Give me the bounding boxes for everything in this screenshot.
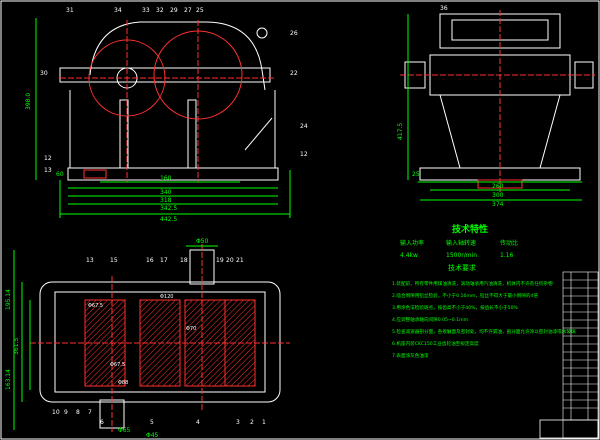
front-cover: [89, 21, 266, 91]
plan-bottom-label-7: 4: [196, 419, 200, 426]
tech-header-2: 输入轴转速: [446, 239, 476, 247]
plan-bottom-label-6: 5: [150, 419, 154, 426]
tech-req-3: 3.用涂色法检验斑点，按齿高不小于40%，按齿长不小于50%: [392, 304, 519, 311]
front-dim-4: 342.5: [160, 205, 177, 212]
front-right-label-2: 22: [290, 70, 298, 77]
tech-req-4: 4.应调整轴承轴向间隙0.05~0.1mm: [392, 316, 469, 323]
front-top-label-1: 31: [66, 7, 74, 14]
side-dim-2: 300: [492, 192, 504, 199]
front-dim-1: 160: [160, 175, 172, 182]
tech-value-3: 1.16: [500, 252, 514, 259]
tech-req-2: 2.啮合侧隙用铅丝检验，不小于0.16mm，铅丝不得大于最小侧隙的4倍: [392, 292, 538, 299]
front-dim-small: 60: [56, 171, 64, 178]
plan-bottom-dim-2: Φ45: [146, 432, 159, 439]
front-top-label-7: 25: [196, 7, 204, 14]
front-right-label-3: 24: [300, 123, 308, 130]
side-dim-small: 25: [412, 171, 420, 178]
front-top-label-6: 27: [184, 7, 192, 14]
plan-top-label-4: 17: [160, 257, 168, 264]
plan-top-dim: Φ50: [196, 238, 209, 245]
plan-top-label-1: 13: [86, 257, 94, 264]
plan-left-dim-2: 361.5: [13, 338, 20, 355]
tech-value-1: 4.4kw: [400, 252, 418, 259]
front-oil-gauge: [244, 117, 273, 151]
plan-top-label-5: 18: [180, 257, 188, 264]
plan-top-label-2: 15: [110, 257, 118, 264]
plan-center-label-3: Φ120: [160, 294, 173, 300]
front-left-label-3: 13: [44, 167, 52, 174]
front-dim-height: 398.0: [25, 93, 32, 110]
plan-top-label-7: 20: [226, 257, 234, 264]
side-view: [400, 10, 595, 201]
tech-req-title: 技术要求: [448, 263, 476, 272]
plan-bottom-dim-1: Φ65: [118, 427, 131, 434]
front-top-label-3: 33: [142, 7, 150, 14]
plan-top-label-6: 19: [216, 257, 224, 264]
plan-bottom-label-8: 3: [236, 419, 240, 426]
front-top-label-4: 32: [156, 7, 164, 14]
drawing-svg: 31 34 33 32 29 27 25 26 22 24 12 30 12 1…: [0, 0, 600, 440]
plan-center-label-5: Φ88: [118, 380, 128, 386]
tech-req-6: 6.机座内装CKC150工业齿轮油至规定高度: [392, 340, 479, 347]
parts-list-table: [562, 271, 599, 439]
front-lifting-eye: [256, 27, 268, 39]
front-top-label-2: 34: [114, 7, 122, 14]
plan-top-label-3: 16: [146, 257, 154, 264]
front-view: [35, 18, 291, 218]
plan-view: [13, 244, 290, 432]
front-foot-block: [83, 169, 107, 179]
plan-bottom-label-4: 7: [88, 409, 92, 416]
plan-bottom-label-3: 8: [76, 409, 80, 416]
title-block: [539, 419, 599, 439]
front-top-label-5: 29: [170, 7, 178, 14]
tech-req-7: 7.表面涂灰色油漆: [392, 352, 429, 359]
plan-center-label-4: Φ70: [186, 326, 196, 332]
front-body-sides: [69, 90, 276, 168]
side-dim-3: 374: [492, 201, 504, 208]
front-left-label-2: 12: [44, 155, 52, 162]
plan-bottom-label-1: 10: [52, 409, 60, 416]
front-right-label-4: 12: [300, 151, 308, 158]
front-left-label-1: 30: [40, 70, 48, 77]
tech-req-1: 1.装配前，所有零件用煤油清洗，滚动轴承用汽油清洗，机体内不许有任何杂物: [392, 280, 553, 287]
tech-req-5: 5.检查减速器剖分面，各接触面及密封处，均不许漏油，剖分面允许涂以密封油漆或水玻…: [392, 328, 576, 335]
tech-header-3: 传动比: [500, 239, 518, 247]
plan-center-label-1: Φ67.5: [88, 303, 103, 309]
plan-bottom-label-10: 1: [262, 419, 266, 426]
plan-bottom-label-5: 6: [100, 419, 104, 426]
front-rib-right: [187, 99, 197, 169]
side-top-label: 36: [440, 5, 448, 12]
plan-left-dim-3: 163.14: [5, 369, 12, 390]
plan-top-label-8: 21: [236, 257, 244, 264]
cad-drawing-canvas: 31 34 33 32 29 27 25 26 22 24 12 30 12 1…: [0, 0, 600, 440]
plan-center-label-2: Φ67.5: [110, 362, 125, 368]
plan-left-dim-1: 195.14: [5, 289, 12, 310]
front-dim-3: 318: [160, 197, 172, 204]
side-dim-height: 417.5: [397, 123, 404, 140]
side-dim-1: 260: [492, 183, 504, 190]
front-dim-2: 340: [160, 189, 172, 196]
tech-header-1: 输入功率: [400, 239, 424, 247]
tech-title: 技术特性: [452, 223, 488, 235]
front-right-label-1: 26: [290, 30, 298, 37]
tech-value-2: 1500r/min: [446, 252, 477, 259]
plan-bottom-label-2: 9: [64, 409, 68, 416]
front-dim-5: 442.5: [160, 216, 177, 223]
plan-bottom-label-9: 2: [250, 419, 254, 426]
